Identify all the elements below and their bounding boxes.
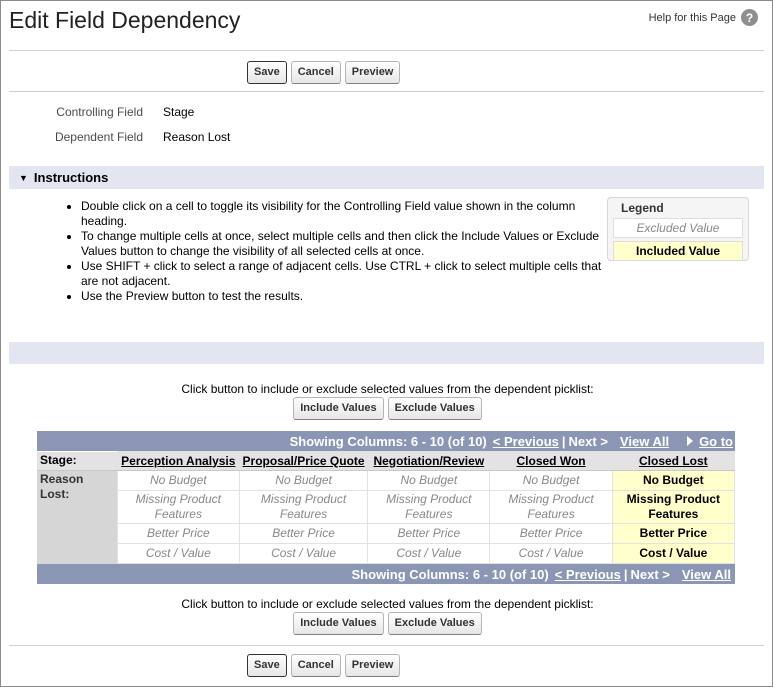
grid-cell[interactable]: Cost / Value xyxy=(367,543,491,564)
section-separator-band xyxy=(9,342,764,364)
title-divider xyxy=(9,50,764,51)
controlling-field-value: Stage xyxy=(163,105,195,119)
exclude-values-button[interactable]: Exclude Values xyxy=(387,612,482,635)
grid-cell[interactable]: Missing Product Features xyxy=(489,490,613,524)
dependent-label: Reason Lost: xyxy=(37,470,118,564)
column-header[interactable]: Proposal/Price Quote xyxy=(238,451,369,471)
grid-cell[interactable]: Better Price xyxy=(238,523,369,544)
table-row: Better Price Better Price Better Price B… xyxy=(37,523,736,544)
column-header-label[interactable]: Proposal/Price Quote xyxy=(243,454,365,468)
legend-excluded-value: Excluded Value xyxy=(613,218,743,238)
instruction-item: Double click on a cell to toggle its vis… xyxy=(81,199,603,229)
help-link[interactable]: Help for this Page ? xyxy=(649,9,758,26)
grid-cell[interactable]: No Budget xyxy=(238,470,369,491)
goto-link[interactable]: Go to xyxy=(699,434,733,449)
preview-button[interactable]: Preview xyxy=(344,61,401,84)
page-title: Edit Field Dependency xyxy=(9,7,241,33)
grid-cell[interactable]: Cost / Value xyxy=(116,543,240,564)
grid-cell[interactable]: Missing Product Features xyxy=(116,490,240,524)
instructions-title: Instructions xyxy=(33,170,109,185)
help-icon[interactable]: ? xyxy=(741,9,758,26)
table-row: Cost / Value Cost / Value Cost / Value C… xyxy=(37,543,736,564)
dependent-field-label: Dependent Field xyxy=(54,130,143,144)
instructions-section-header[interactable]: ▼ Instructions xyxy=(9,166,764,189)
grid-cell[interactable]: Better Price xyxy=(489,523,613,544)
next-link[interactable]: Next > xyxy=(569,434,608,449)
showing-columns-text: Showing Columns: 6 - 10 (of 10) xyxy=(351,566,549,582)
pager-top: Showing Columns: 6 - 10 (of 10) < Previo… xyxy=(37,431,735,451)
grid-cell[interactable]: Cost / Value xyxy=(238,543,369,564)
grid-cell[interactable]: Cost / Value xyxy=(489,543,613,564)
next-link[interactable]: Next > xyxy=(630,567,669,582)
column-header-label[interactable]: Perception Analysis xyxy=(121,454,235,468)
view-all-link[interactable]: View All xyxy=(620,434,669,449)
grid-cell[interactable]: No Budget xyxy=(489,470,613,491)
dependent-field-value: Reason Lost xyxy=(163,130,231,144)
save-button[interactable]: Save xyxy=(247,61,287,84)
showing-columns-text: Showing Columns: 6 - 10 (of 10) xyxy=(289,433,487,449)
help-link-label[interactable]: Help for this Page xyxy=(649,12,736,24)
cancel-button[interactable]: Cancel xyxy=(290,61,341,84)
grid-cell[interactable]: Better Price xyxy=(116,523,240,544)
controlling-label: Stage: xyxy=(37,451,118,471)
bottom-button-bar: Save Cancel Preview xyxy=(247,654,401,677)
grid-cell[interactable]: Cost / Value xyxy=(611,543,736,564)
value-buttons-caption-top: Click button to include or exclude selec… xyxy=(181,382,594,396)
exclude-values-button[interactable]: Exclude Values xyxy=(387,397,482,420)
legend-box: Legend Excluded Value Included Value xyxy=(607,197,749,261)
instructions-list: Double click on a cell to toggle its vis… xyxy=(63,199,603,304)
legend-title: Legend xyxy=(621,201,664,215)
controlling-field-label: Controlling Field xyxy=(56,105,143,119)
table-row: Reason Lost: No Budget No Budget No Budg… xyxy=(37,470,736,564)
include-values-button[interactable]: Include Values xyxy=(293,612,384,635)
grid-cell[interactable]: No Budget xyxy=(611,470,736,491)
column-header[interactable]: Perception Analysis xyxy=(116,451,240,471)
grid-cell[interactable]: Better Price xyxy=(367,523,491,544)
value-buttons-caption-bottom: Click button to include or exclude selec… xyxy=(181,597,594,611)
column-header[interactable]: Closed Lost xyxy=(611,451,736,471)
previous-link[interactable]: < Previous xyxy=(555,567,621,582)
save-button[interactable]: Save xyxy=(247,654,287,677)
column-header-label[interactable]: Closed Won xyxy=(517,454,586,468)
column-header[interactable]: Closed Won xyxy=(489,451,613,471)
bottom-divider xyxy=(9,645,764,646)
instruction-item: Use the Preview button to test the resul… xyxy=(81,289,603,304)
value-buttons-bottom: Include Values Exclude Values xyxy=(1,612,773,635)
button-divider xyxy=(9,91,764,92)
previous-link[interactable]: < Previous xyxy=(493,434,559,449)
value-buttons-top: Include Values Exclude Values xyxy=(1,397,773,420)
column-header-row: Stage: Perception Analysis Proposal/Pric… xyxy=(37,451,736,471)
column-header-label[interactable]: Closed Lost xyxy=(639,454,708,468)
edit-field-dependency-page: Edit Field Dependency Help for this Page… xyxy=(0,0,773,687)
collapse-triangle-icon[interactable]: ▼ xyxy=(19,173,28,183)
top-button-bar: Save Cancel Preview xyxy=(247,61,401,84)
dependency-grid: Showing Columns: 6 - 10 (of 10) < Previo… xyxy=(37,431,736,584)
grid-cell[interactable]: No Budget xyxy=(116,470,240,491)
column-header[interactable]: Negotiation/Review xyxy=(367,451,491,471)
grid-cell[interactable]: Missing Product Features xyxy=(611,490,736,524)
grid-cell[interactable]: Missing Product Features xyxy=(367,490,491,524)
legend-included-value: Included Value xyxy=(613,241,743,261)
preview-button[interactable]: Preview xyxy=(344,654,401,677)
include-values-button[interactable]: Include Values xyxy=(293,397,384,420)
dependency-matrix: Stage: Perception Analysis Proposal/Pric… xyxy=(37,451,736,564)
instruction-item: To change multiple cells at once, select… xyxy=(81,229,603,259)
grid-cell[interactable]: No Budget xyxy=(367,470,491,491)
grid-cell[interactable]: Missing Product Features xyxy=(238,490,369,524)
pager-bottom: Showing Columns: 6 - 10 (of 10) < Previo… xyxy=(37,564,735,584)
view-all-link[interactable]: View All xyxy=(682,567,731,582)
grid-cell[interactable]: Better Price xyxy=(611,523,736,544)
column-header-label[interactable]: Negotiation/Review xyxy=(373,454,484,468)
goto-arrow-icon[interactable] xyxy=(687,436,694,446)
instruction-item: Use SHIFT + click to select a range of a… xyxy=(81,259,603,289)
cancel-button[interactable]: Cancel xyxy=(290,654,341,677)
table-row: Missing Product Features Missing Product… xyxy=(37,490,736,524)
